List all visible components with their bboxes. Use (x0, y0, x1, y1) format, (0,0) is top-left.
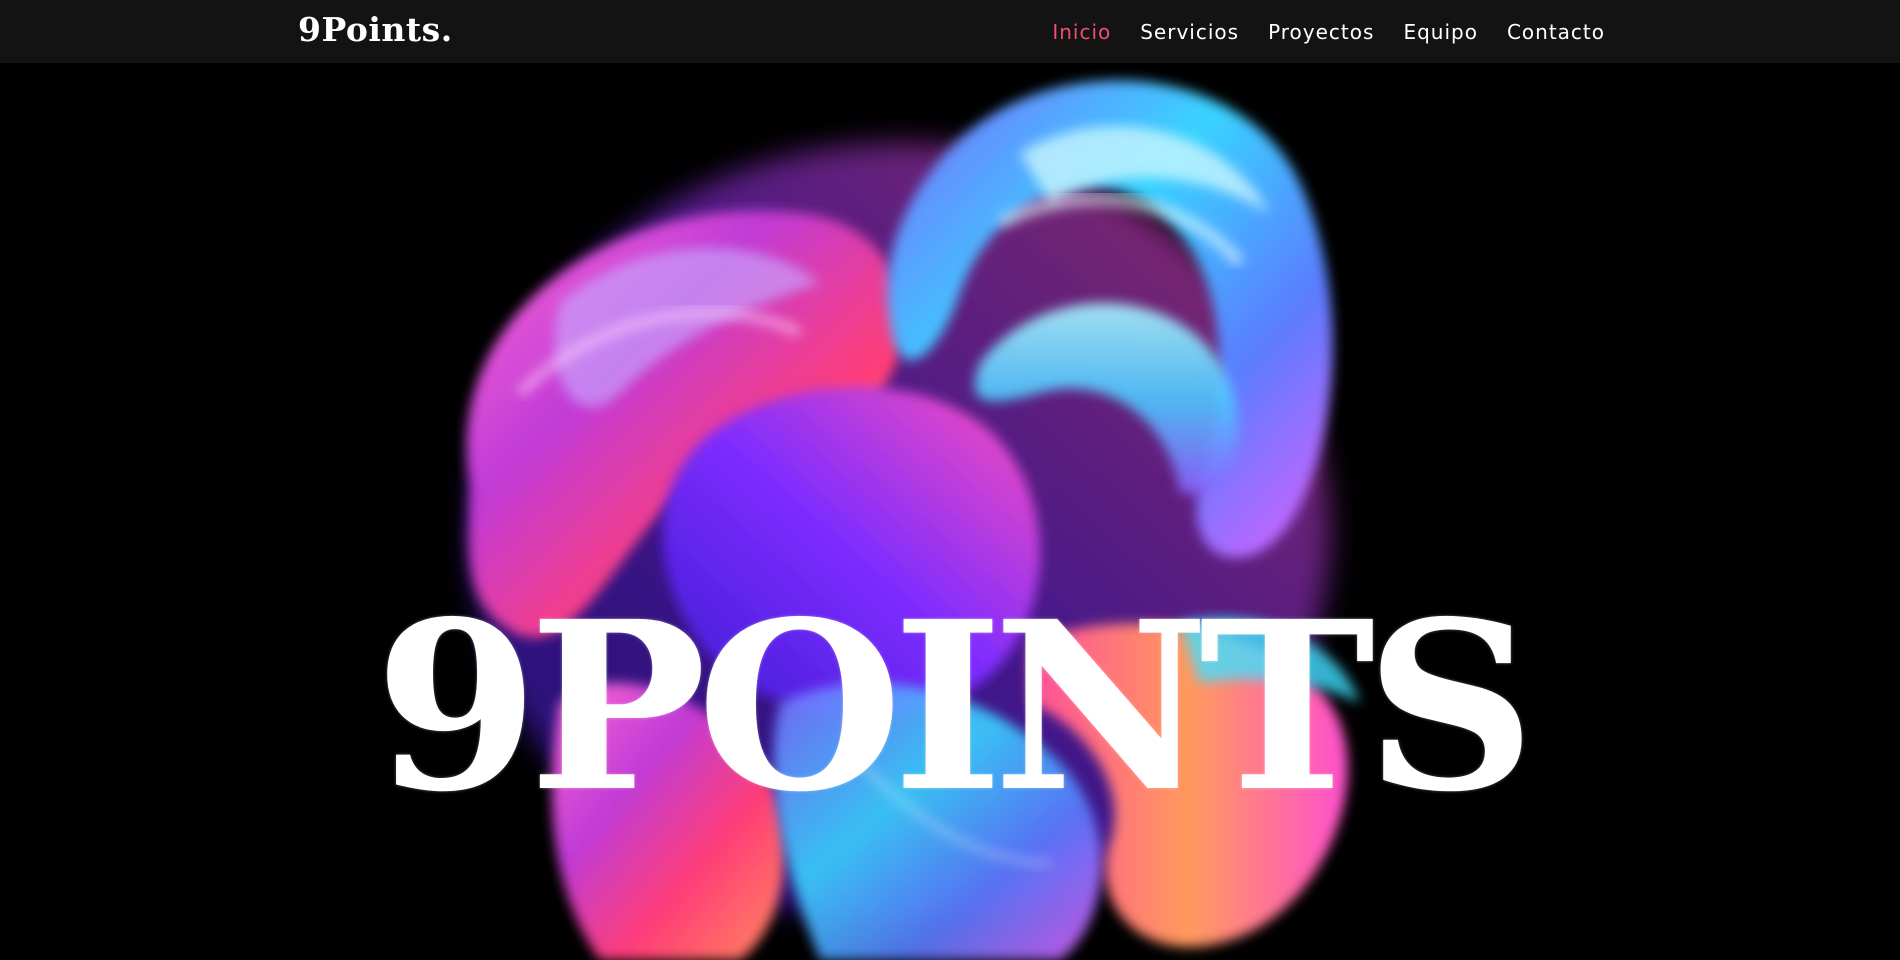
nav-link-proyectos[interactable]: Proyectos (1268, 20, 1374, 44)
nav-link-equipo[interactable]: Equipo (1403, 20, 1478, 44)
main-nav: Inicio Servicios Proyectos Equipo Contac… (1052, 0, 1605, 63)
nav-link-inicio[interactable]: Inicio (1052, 20, 1111, 44)
hero-title: 9POINTS (374, 570, 1536, 844)
nav-link-servicios[interactable]: Servicios (1140, 20, 1239, 44)
hero-section: 9POINTS (0, 63, 1900, 960)
nav-link-contacto[interactable]: Contacto (1507, 20, 1605, 44)
page: 9Points. Inicio Servicios Proyectos Equi… (0, 0, 1900, 960)
top-navbar: 9Points. Inicio Servicios Proyectos Equi… (0, 0, 1900, 63)
site-logo[interactable]: 9Points. (298, 8, 453, 52)
